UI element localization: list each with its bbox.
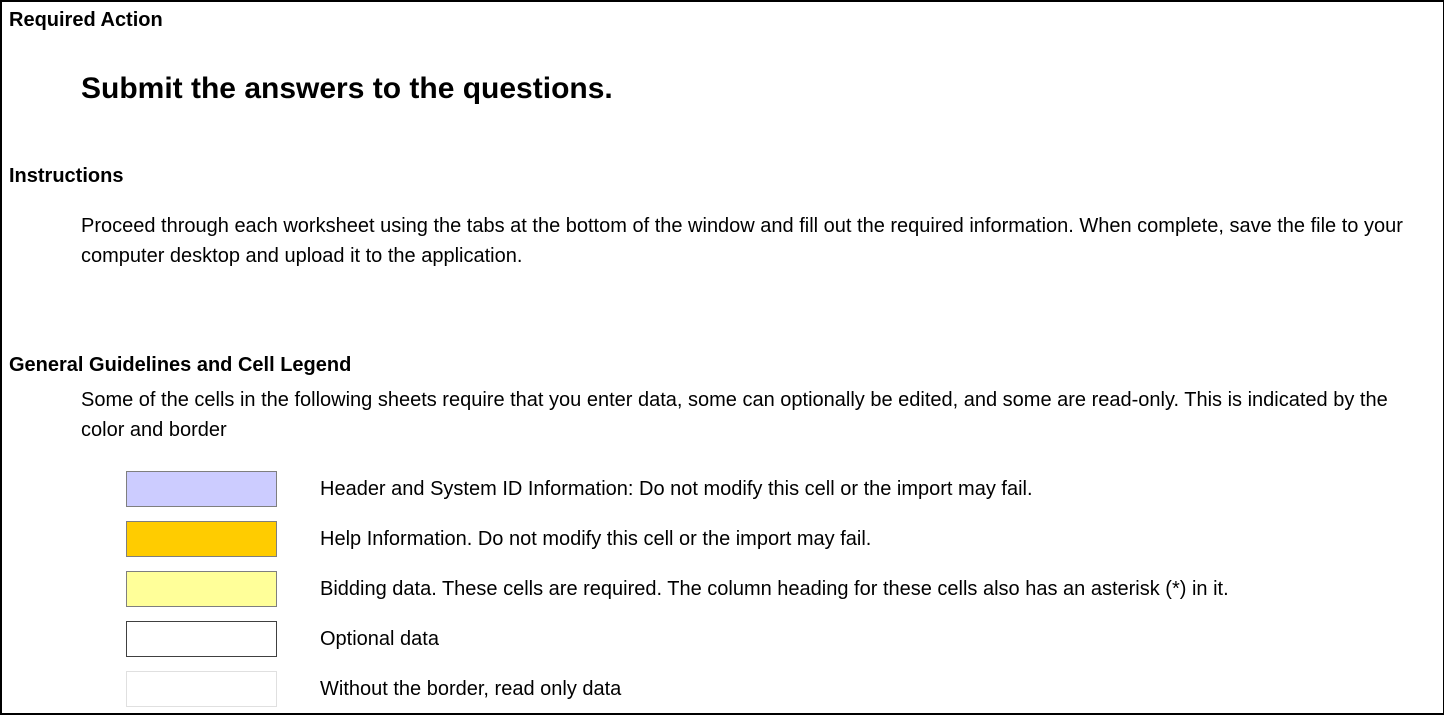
legend-text-optional: Optional data — [320, 628, 439, 650]
legend-row-readonly: Without the border, read only data — [126, 671, 1426, 709]
legend-text-readonly: Without the border, read only data — [320, 678, 622, 700]
legend-row-help: Help Information. Do not modify this cel… — [126, 521, 1426, 559]
legend-text-header: Header and System ID Information: Do not… — [320, 478, 1033, 500]
guidelines-text: Some of the cells in the following sheet… — [81, 389, 1388, 441]
legend-row-bidding: Bidding data. These cells are required. … — [126, 571, 1426, 609]
guidelines-label: General Guidelines and Cell Legend — [9, 354, 352, 376]
worksheet: Required Action Submit the answers to th… — [0, 0, 1444, 715]
legend-swatch-optional — [126, 621, 277, 657]
legend-swatch-help — [126, 521, 277, 557]
required-action-text: Submit the answers to the questions. — [81, 72, 613, 105]
legend-text-help: Help Information. Do not modify this cel… — [320, 528, 872, 550]
instructions-label: Instructions — [9, 165, 124, 187]
legend-row-header: Header and System ID Information: Do not… — [126, 471, 1426, 509]
legend-row-optional: Optional data — [126, 621, 1426, 659]
legend-text-bidding: Bidding data. These cells are required. … — [320, 578, 1229, 600]
legend-swatch-bidding — [126, 571, 277, 607]
instructions-text: Proceed through each worksheet using the… — [81, 215, 1403, 267]
legend-swatch-readonly — [126, 671, 277, 707]
legend-swatch-header — [126, 471, 277, 507]
required-action-label: Required Action — [9, 9, 163, 31]
